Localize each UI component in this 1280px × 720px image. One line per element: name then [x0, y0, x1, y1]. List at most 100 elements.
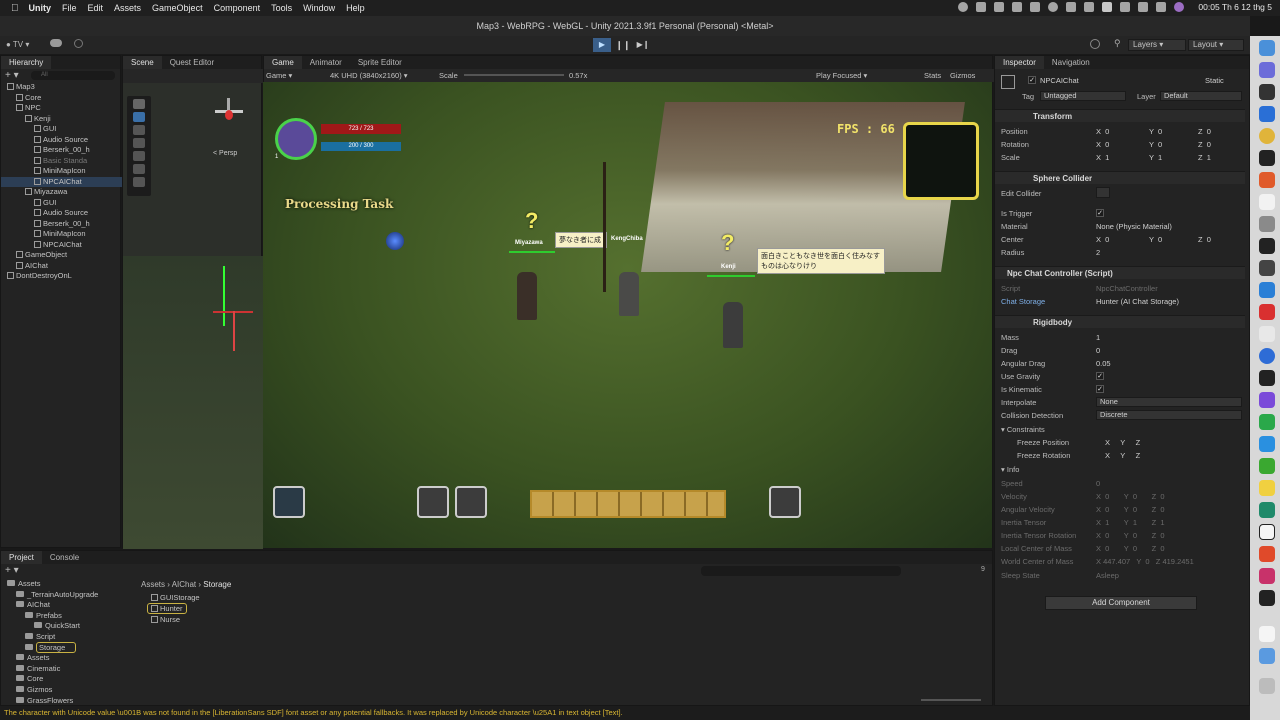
- npc-chat-controller-header[interactable]: Npc Chat Controller (Script): [995, 266, 1245, 279]
- hierarchy-item[interactable]: GUI: [1, 198, 122, 208]
- menu-assets[interactable]: Assets: [114, 3, 141, 13]
- menu-edit[interactable]: Edit: [88, 3, 104, 13]
- project-folder[interactable]: Prefabs: [1, 611, 131, 621]
- hierarchy-item[interactable]: Berserk_00_h: [1, 145, 122, 155]
- play-circle-icon[interactable]: [1048, 2, 1059, 12]
- chrome-icon[interactable]: [1259, 128, 1275, 144]
- pen-icon[interactable]: [1030, 2, 1041, 12]
- unity-2-icon[interactable]: [1259, 370, 1275, 386]
- character-kengchiba[interactable]: [619, 272, 639, 316]
- angular-drag-field[interactable]: 0.05: [1096, 359, 1111, 368]
- apple-icon[interactable]: : [11, 3, 19, 14]
- hierarchy-item[interactable]: MiniMapIcon: [1, 166, 122, 176]
- freeze-position-toggles[interactable]: X Y Z: [1105, 438, 1140, 447]
- active-checkbox[interactable]: ✓: [1028, 76, 1036, 84]
- rotation-z[interactable]: Z 0: [1198, 140, 1211, 149]
- project-folder[interactable]: _TerrainAutoUpgrade: [1, 590, 131, 600]
- object-name-field[interactable]: NPCAIChat: [1040, 76, 1079, 85]
- hand-tool-icon[interactable]: [133, 99, 145, 109]
- mass-field[interactable]: 1: [1096, 333, 1100, 342]
- breadcrumb-aichat[interactable]: AIChat: [172, 580, 196, 589]
- project-folder[interactable]: Assets: [1, 579, 131, 589]
- scale-tool-icon[interactable]: [133, 138, 145, 148]
- scale-slider[interactable]: [464, 74, 564, 76]
- hierarchy-item[interactable]: DontDestroyOnL: [1, 271, 122, 281]
- chat-button[interactable]: [273, 486, 305, 518]
- resolution-dropdown[interactable]: 4K UHD (3840x2160) ▾: [330, 69, 408, 82]
- notes-icon[interactable]: [1259, 480, 1275, 496]
- display-dropdown[interactable]: Game ▾: [266, 69, 292, 82]
- rigidbody-header[interactable]: Rigidbody: [995, 315, 1245, 328]
- camera-icon[interactable]: [994, 2, 1005, 12]
- step-button[interactable]: ▶❙: [635, 38, 651, 52]
- info-foldout[interactable]: ▾ Info: [1001, 465, 1019, 474]
- hierarchy-item[interactable]: AIChat: [1, 261, 122, 271]
- add-button[interactable]: + ▾: [5, 70, 19, 81]
- play-button[interactable]: ▶: [593, 38, 611, 52]
- hierarchy-item[interactable]: GameObject: [1, 250, 122, 260]
- wifi-icon[interactable]: [1138, 2, 1149, 12]
- tab-animator[interactable]: Animator: [302, 56, 350, 69]
- center-z[interactable]: Z 0: [1198, 235, 1211, 244]
- project-folder[interactable]: Storage: [1, 641, 131, 653]
- unity-hub-icon[interactable]: [1259, 260, 1275, 276]
- unity-icon[interactable]: [1259, 238, 1275, 254]
- project-folder[interactable]: Core: [1, 674, 131, 684]
- menu-window[interactable]: Window: [303, 3, 335, 13]
- extension-icon[interactable]: [976, 2, 987, 12]
- volume-icon[interactable]: [1012, 2, 1023, 12]
- terminal-icon[interactable]: [1259, 150, 1275, 166]
- input-source-icon[interactable]: [1102, 2, 1113, 12]
- stats-button[interactable]: Stats: [924, 69, 941, 82]
- bluetooth-icon[interactable]: [1066, 2, 1077, 12]
- project-search[interactable]: [701, 566, 901, 576]
- transform-header[interactable]: Transform: [995, 109, 1245, 122]
- position-z[interactable]: Z 0: [1198, 127, 1211, 136]
- cloud-icon[interactable]: [50, 39, 62, 47]
- edit-collider-button[interactable]: [1096, 187, 1110, 198]
- pycharm-icon[interactable]: [1259, 414, 1275, 430]
- tag-dropdown[interactable]: Untagged: [1040, 91, 1126, 101]
- app-menu[interactable]: Unity: [29, 3, 52, 13]
- hierarchy-item[interactable]: Basic Standa: [1, 156, 122, 166]
- project-folder[interactable]: GrassFlowers: [1, 696, 131, 706]
- hierarchy-item[interactable]: NPCAIChat: [1, 240, 122, 250]
- hierarchy-item[interactable]: Berserk_00_h: [1, 219, 122, 229]
- tab-console[interactable]: Console: [42, 551, 87, 564]
- hierarchy-item[interactable]: NPCAIChat: [1, 176, 122, 187]
- project-folder[interactable]: Assets: [1, 653, 131, 663]
- tab-navigation[interactable]: Navigation: [1044, 56, 1098, 69]
- tab-quest-editor[interactable]: Quest Editor: [162, 56, 222, 69]
- use-gravity-checkbox[interactable]: ✓: [1096, 372, 1104, 380]
- layer-dropdown[interactable]: Default: [1160, 91, 1242, 101]
- launchpad-icon[interactable]: [1259, 62, 1275, 78]
- radius-field[interactable]: 2: [1096, 248, 1100, 257]
- search-icon[interactable]: ⚲: [1114, 38, 1121, 49]
- sourcetree-icon[interactable]: [1259, 106, 1275, 122]
- breadcrumb-assets[interactable]: Assets: [141, 580, 165, 589]
- vscode-icon[interactable]: [1259, 282, 1275, 298]
- gizmos-button[interactable]: Gizmos: [950, 69, 975, 82]
- record-icon[interactable]: [958, 2, 969, 12]
- project-folder[interactable]: QuickStart: [1, 621, 131, 631]
- pause-button[interactable]: ❙❙: [615, 38, 631, 52]
- chatgpt-icon[interactable]: [1259, 502, 1275, 518]
- menu-component[interactable]: Component: [214, 3, 261, 13]
- settings-icon[interactable]: [74, 39, 83, 48]
- scale-y[interactable]: Y 1: [1149, 153, 1162, 162]
- notion-icon[interactable]: [1259, 524, 1275, 540]
- scale-z[interactable]: Z 1: [1198, 153, 1211, 162]
- finder-icon[interactable]: [1259, 40, 1275, 56]
- history-icon[interactable]: [1090, 39, 1100, 49]
- rotation-x[interactable]: X 0: [1096, 140, 1109, 149]
- play-focused-dropdown[interactable]: Play Focused ▾: [816, 69, 867, 82]
- file-hunter[interactable]: Hunter: [147, 603, 187, 614]
- tab-hierarchy[interactable]: Hierarchy: [1, 56, 52, 69]
- safari-icon[interactable]: [1259, 348, 1275, 364]
- menu-help[interactable]: Help: [346, 3, 365, 13]
- slack-icon[interactable]: [1259, 326, 1275, 342]
- control-center-icon[interactable]: [1156, 2, 1167, 12]
- clock[interactable]: 00:05 Th 6 12 thg 5: [1198, 2, 1272, 12]
- calendar-icon[interactable]: [1259, 194, 1275, 210]
- hierarchy-item[interactable]: Audio Source: [1, 135, 122, 145]
